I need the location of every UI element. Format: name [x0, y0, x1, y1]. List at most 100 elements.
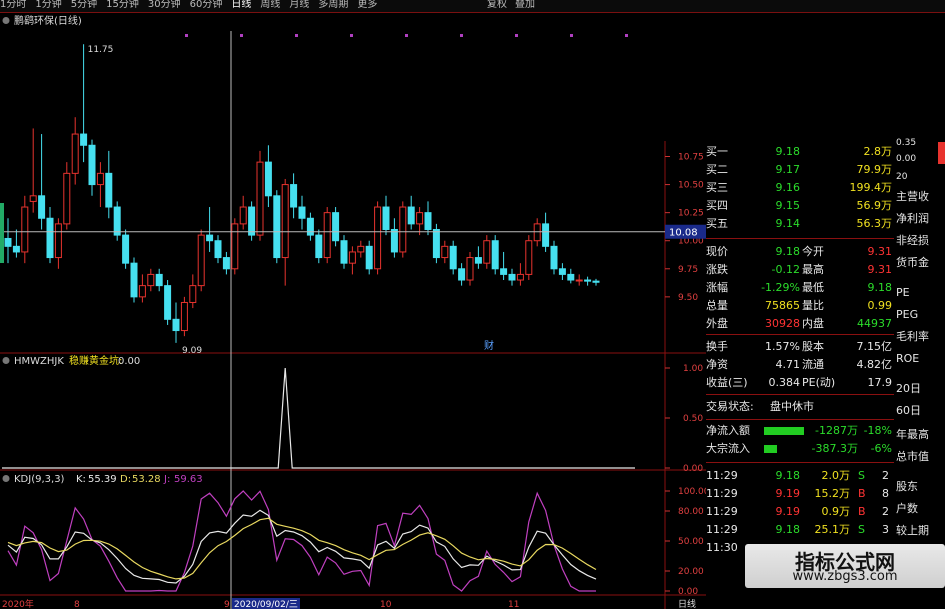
tick-time: 11:29 [706, 469, 738, 482]
trade-status-row: 交易状态: 盘中休市 [706, 399, 894, 415]
candle-body [416, 212, 424, 225]
candle-body [80, 133, 88, 146]
order-book-row: 买五 9.14 56.3万 [706, 216, 894, 232]
fr-top-value-1[interactable]: 0.00 [896, 154, 916, 164]
event-marker[interactable]: 财 [484, 339, 494, 352]
tick-price: 9.18 [775, 469, 801, 482]
price-label-4: 9.75 [678, 265, 698, 275]
period-tab-7[interactable]: 周线 [260, 0, 280, 10]
toolbar-right-0[interactable]: 复权 [487, 0, 507, 10]
tick-side: S [858, 523, 865, 536]
tick-time: 11:29 [706, 523, 738, 536]
fundamental-row: 收益(三) 0.384 PE(动) 17.9 [706, 375, 894, 391]
order-book-row: 买三 9.16 199.4万 [706, 180, 894, 196]
fr-mini-bar [938, 142, 945, 164]
fund-label-2: 股本 [802, 340, 824, 353]
tick-row: 11:29 9.19 15.2万 B 8 [706, 486, 894, 502]
fr-item-14[interactable]: 较上期 [896, 522, 929, 538]
candle-body [306, 217, 314, 236]
candle-body [466, 257, 474, 281]
flow-pct: -18% [863, 424, 892, 437]
fundamental-row: 换手 1.57% 股本 7.15亿 [706, 339, 894, 355]
candle-body [197, 234, 205, 287]
sub1-menu-icon[interactable] [2, 357, 10, 364]
quote-panel: 买一 9.18 2.8万 买二 9.17 79.9万 买三 9.16 199.4万 买四 9.15 5… [706, 140, 894, 609]
period-tab-8[interactable]: 月线 [289, 0, 309, 10]
tick-volume: 15.2万 [814, 487, 851, 500]
period-tab-5[interactable]: 60分钟 [190, 0, 223, 10]
signal-dot [405, 34, 408, 37]
signal-dot [515, 34, 518, 37]
tick-count: 2 [882, 469, 889, 482]
watermark-url: www.zbgs3.com [792, 569, 898, 584]
order-book-row: 买四 9.15 56.9万 [706, 198, 894, 214]
fr-item-13[interactable]: 户数 [896, 500, 918, 516]
tick-row: 11:29 9.19 0.9万 B 2 [706, 504, 894, 520]
period-tab-4[interactable]: 30分钟 [148, 0, 181, 10]
x-label-1: 8 [74, 600, 80, 609]
signal-dot [625, 34, 628, 37]
fr-item-10[interactable]: 年最高 [896, 426, 929, 442]
candle-body [206, 234, 214, 242]
period-tab-0[interactable]: 1分时 [0, 0, 26, 10]
fr-item-1[interactable]: 净利润 [896, 210, 929, 226]
candle-body [432, 228, 440, 259]
bid-label: 买二 [706, 163, 728, 176]
fr-item-4[interactable]: PE [896, 286, 910, 299]
fr-top-label[interactable]: 20 [896, 172, 907, 182]
candle-body [63, 172, 71, 225]
fr-item-7[interactable]: ROE [896, 352, 919, 365]
bid-label: 买五 [706, 217, 728, 230]
candle-body [374, 206, 382, 270]
fr-top-value-0[interactable]: 0.35 [896, 138, 916, 148]
fr-item-5[interactable]: PEG [896, 308, 918, 321]
candle-body [357, 245, 365, 253]
candle-body [248, 206, 256, 236]
sep-3 [706, 394, 894, 395]
toolbar-right-1[interactable]: 叠加 [515, 0, 535, 10]
chart-bg [0, 13, 706, 609]
fr-item-3[interactable]: 货币金 [896, 254, 929, 270]
period-tab-10[interactable]: 更多 [357, 0, 377, 10]
fr-item-9[interactable]: 60日 [896, 402, 921, 418]
fund-value: 4.71 [775, 358, 801, 371]
fr-item-11[interactable]: 总市值 [896, 448, 929, 464]
signal-dot [295, 34, 298, 37]
quote-value-2: 44937 [857, 317, 892, 330]
kdj-level-4: 0.00 [678, 587, 698, 597]
candle-body [441, 245, 449, 259]
period-tab-2[interactable]: 5分钟 [71, 0, 97, 10]
fr-item-8[interactable]: 20日 [896, 380, 921, 396]
sub1-level-1: 0.50 [683, 414, 703, 424]
kdj-menu-icon[interactable] [2, 475, 10, 482]
main-chart-menu-icon[interactable] [2, 17, 10, 24]
chart-area[interactable]: 10.7510.5010.2510.009.759.5010.0811.759.… [0, 13, 706, 609]
candle-body [46, 217, 54, 259]
flow-pct: -6% [870, 442, 892, 455]
bid-price: 9.16 [775, 181, 801, 194]
x-label-5: 11 [508, 600, 519, 609]
bid-label: 买四 [706, 199, 728, 212]
tick-volume: 2.0万 [821, 469, 851, 482]
tick-row: 11:29 9.18 2.0万 S 2 [706, 468, 894, 484]
period-tab-6[interactable]: 日线 [231, 0, 251, 10]
kdj-title: KDJ(9,3,3) [14, 474, 65, 485]
candle-body [315, 234, 323, 259]
flow-label: 净流入额 [706, 424, 750, 437]
candle-body [298, 206, 306, 219]
quote-label: 涨跌 [706, 263, 728, 276]
candle-body [21, 206, 29, 253]
fr-item-6[interactable]: 毛利率 [896, 328, 929, 344]
period-tab-3[interactable]: 15分钟 [106, 0, 139, 10]
sep-5 [706, 462, 894, 463]
quote-value: 75865 [765, 299, 800, 312]
fr-item-2[interactable]: 非经损 [896, 232, 929, 248]
period-tab-1[interactable]: 1分钟 [35, 0, 61, 10]
candle-body [54, 223, 62, 259]
fr-item-12[interactable]: 股东 [896, 478, 918, 494]
main-chart-title: 鹏鹞环保(日线) [14, 14, 82, 27]
x-period-label: 日线 [678, 598, 696, 609]
fr-item-0[interactable]: 主营收 [896, 188, 929, 204]
period-tab-9[interactable]: 多周期 [318, 0, 348, 10]
sub1-title: HMWZHJK [14, 356, 64, 367]
